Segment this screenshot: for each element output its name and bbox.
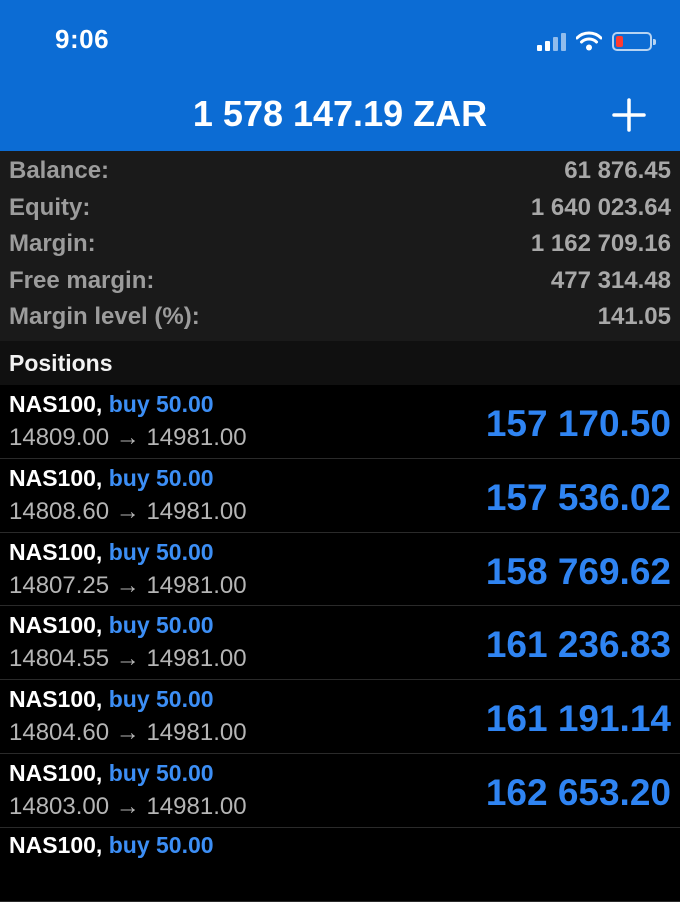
position-row[interactable]: NAS100, buy 50.00 14804.60 → 14981.00 16… bbox=[0, 680, 680, 754]
plus-icon[interactable] bbox=[606, 92, 652, 138]
battery-icon bbox=[612, 31, 656, 51]
positions-list: NAS100, buy 50.00 14809.00 → 14981.00 15… bbox=[0, 385, 680, 902]
position-row[interactable]: NAS100, buy 50.00 14803.00 → 14981.00 16… bbox=[0, 754, 680, 828]
account-summary: Balance: 61 876.45 Equity: 1 640 023.64 … bbox=[0, 151, 680, 341]
open-price: 14804.55 bbox=[9, 645, 110, 673]
positions-title: Positions bbox=[9, 350, 113, 376]
position-side: buy 50.00 bbox=[108, 464, 214, 491]
position-row[interactable]: NAS100, buy 50.00 bbox=[0, 828, 680, 902]
open-price: 14808.60 bbox=[9, 497, 110, 525]
position-row[interactable]: NAS100, buy 50.00 14808.60 → 14981.00 15… bbox=[0, 459, 680, 533]
top-bar: 9:06 1 578 147.19 ZAR bbox=[0, 0, 680, 151]
position-symbol: NAS100, bbox=[9, 538, 103, 565]
summary-label: Margin: bbox=[9, 230, 96, 257]
summary-row-equity: Equity: 1 640 023.64 bbox=[0, 188, 680, 225]
position-profit: 158 769.62 bbox=[485, 550, 671, 592]
summary-row-balance: Balance: 61 876.45 bbox=[0, 151, 680, 188]
open-price: 14807.25 bbox=[9, 571, 110, 599]
summary-label: Free margin: bbox=[9, 266, 155, 294]
position-side: buy 50.00 bbox=[108, 538, 214, 565]
summary-label: Equity: bbox=[9, 193, 91, 221]
summary-value: 61 876.45 bbox=[564, 157, 671, 184]
position-profit: 157 170.50 bbox=[485, 403, 671, 444]
position-symbol: NAS100, bbox=[9, 831, 103, 858]
open-price: 14804.60 bbox=[9, 719, 110, 747]
current-price: 14981.00 bbox=[146, 792, 247, 820]
position-row[interactable]: NAS100, buy 50.00 14804.55 → 14981.00 16… bbox=[0, 606, 680, 681]
arrow-icon: → bbox=[115, 571, 140, 599]
summary-label: Margin level (%): bbox=[9, 303, 200, 330]
summary-value: 1 640 023.64 bbox=[530, 193, 671, 221]
arrow-icon: → bbox=[115, 645, 140, 673]
position-side: buy 50.00 bbox=[108, 831, 214, 858]
summary-row-margin-level: Margin level (%): 141.05 bbox=[0, 297, 680, 334]
status-time: 9:06 bbox=[55, 24, 110, 54]
current-price: 14981.00 bbox=[146, 497, 247, 525]
account-equity-title: 1 578 147.19 ZAR bbox=[192, 93, 488, 134]
positions-section-header: Positions bbox=[0, 341, 680, 385]
summary-label: Balance: bbox=[9, 157, 110, 184]
position-side: buy 50.00 bbox=[108, 612, 214, 639]
position-row[interactable]: NAS100, buy 50.00 14809.00 → 14981.00 15… bbox=[0, 385, 680, 459]
summary-row-free-margin: Free margin: 477 314.48 bbox=[0, 261, 680, 298]
position-profit: 162 653.20 bbox=[485, 771, 671, 813]
cellular-signal-icon bbox=[537, 31, 566, 51]
summary-row-margin: Margin: 1 162 709.16 bbox=[0, 224, 680, 261]
wifi-icon bbox=[576, 31, 602, 51]
current-price: 14981.00 bbox=[146, 571, 247, 599]
status-icons bbox=[537, 28, 656, 54]
current-price: 14981.00 bbox=[146, 424, 247, 451]
position-symbol: NAS100, bbox=[9, 612, 103, 639]
current-price: 14981.00 bbox=[146, 719, 247, 747]
position-side: buy 50.00 bbox=[108, 391, 214, 417]
arrow-icon: → bbox=[115, 424, 140, 451]
arrow-icon: → bbox=[115, 719, 140, 747]
open-price: 14803.00 bbox=[9, 792, 110, 820]
summary-value: 1 162 709.16 bbox=[530, 230, 671, 257]
arrow-icon: → bbox=[115, 792, 140, 820]
position-side: buy 50.00 bbox=[108, 759, 214, 786]
position-profit: 161 191.14 bbox=[485, 698, 671, 740]
summary-value: 141.05 bbox=[597, 303, 671, 330]
position-symbol: NAS100, bbox=[9, 686, 103, 713]
position-symbol: NAS100, bbox=[9, 464, 103, 491]
position-symbol: NAS100, bbox=[9, 759, 103, 786]
summary-value: 477 314.48 bbox=[550, 266, 671, 294]
open-price: 14809.00 bbox=[9, 424, 110, 451]
position-symbol: NAS100, bbox=[9, 391, 103, 417]
position-side: buy 50.00 bbox=[108, 686, 214, 713]
position-profit: 157 536.02 bbox=[485, 476, 671, 518]
arrow-icon: → bbox=[115, 497, 140, 525]
position-row[interactable]: NAS100, buy 50.00 14807.25 → 14981.00 15… bbox=[0, 533, 680, 607]
position-profit: 161 236.83 bbox=[485, 624, 671, 666]
current-price: 14981.00 bbox=[146, 645, 247, 673]
